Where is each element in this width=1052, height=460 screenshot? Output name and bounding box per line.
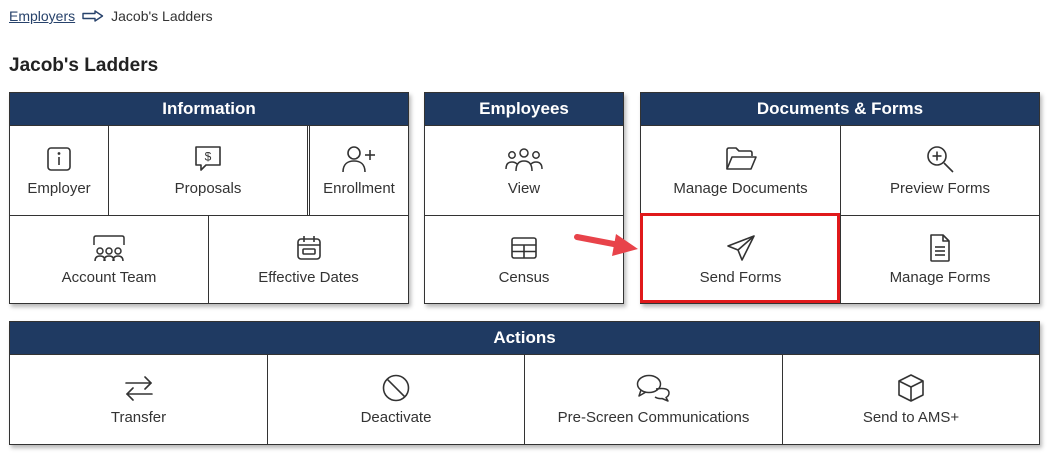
document-icon bbox=[928, 233, 952, 263]
employees-header: Employees bbox=[425, 93, 623, 125]
send-forms-highlight-box bbox=[640, 213, 840, 303]
transfer-arrows-icon bbox=[122, 373, 156, 403]
folder-open-icon bbox=[724, 144, 758, 174]
view-tile[interactable]: View bbox=[425, 126, 623, 215]
arrow-right-icon bbox=[82, 10, 104, 22]
effective-dates-label: Effective Dates bbox=[258, 269, 359, 286]
proposals-tile[interactable]: $ Proposals bbox=[109, 126, 307, 215]
users-icon bbox=[505, 144, 543, 174]
transfer-label: Transfer bbox=[110, 409, 167, 426]
deactivate-label: Deactivate bbox=[360, 409, 432, 426]
manage-forms-label: Manage Forms bbox=[889, 269, 991, 286]
manage-forms-tile[interactable]: Manage Forms bbox=[841, 216, 1039, 303]
calendar-icon bbox=[295, 233, 323, 263]
send-to-ams-tile[interactable]: Send to AMS+ bbox=[783, 355, 1039, 444]
breadcrumb-current: Jacob's Ladders bbox=[111, 8, 213, 24]
proposals-label: Proposals bbox=[174, 180, 242, 197]
enrollment-label: Enrollment bbox=[323, 180, 395, 197]
table-icon bbox=[510, 233, 538, 263]
information-panel: Information Employer $ Proposals Enrollm… bbox=[9, 92, 409, 304]
employer-tile[interactable]: Employer bbox=[10, 126, 108, 215]
enrollment-tile[interactable]: Enrollment bbox=[310, 126, 408, 215]
ban-icon bbox=[381, 373, 411, 403]
breadcrumb-employers-link[interactable]: Employers bbox=[9, 8, 75, 24]
view-label: View bbox=[507, 180, 541, 197]
prescreen-communications-label: Pre-Screen Communications bbox=[557, 409, 750, 426]
box-icon bbox=[896, 373, 926, 403]
employer-label: Employer bbox=[27, 180, 91, 197]
dollar-message-icon: $ bbox=[193, 144, 223, 174]
account-team-tile[interactable]: Account Team bbox=[10, 216, 208, 303]
team-icon bbox=[91, 233, 127, 263]
information-header: Information bbox=[10, 93, 408, 125]
actions-panel: Actions Transfer Deactivate Pre-Screen C… bbox=[9, 321, 1040, 445]
svg-text:$: $ bbox=[205, 150, 212, 164]
info-icon bbox=[46, 144, 72, 174]
employees-panel: Employees View Census bbox=[424, 92, 624, 304]
documents-forms-header: Documents & Forms bbox=[641, 93, 1039, 125]
zoom-in-icon bbox=[925, 144, 955, 174]
manage-documents-label: Manage Documents bbox=[673, 180, 808, 197]
preview-forms-label: Preview Forms bbox=[889, 180, 990, 197]
actions-header: Actions bbox=[10, 322, 1039, 354]
manage-documents-tile[interactable]: Manage Documents bbox=[641, 126, 840, 215]
preview-forms-tile[interactable]: Preview Forms bbox=[841, 126, 1039, 215]
effective-dates-tile[interactable]: Effective Dates bbox=[209, 216, 408, 303]
breadcrumb: Employers Jacob's Ladders bbox=[9, 8, 213, 24]
transfer-tile[interactable]: Transfer bbox=[10, 355, 267, 444]
red-pointer-arrow-icon bbox=[574, 234, 638, 256]
account-team-label: Account Team bbox=[61, 269, 157, 286]
send-to-ams-label: Send to AMS+ bbox=[862, 409, 960, 426]
census-label: Census bbox=[498, 269, 550, 286]
chat-icon bbox=[635, 373, 673, 403]
user-plus-icon bbox=[341, 144, 377, 174]
deactivate-tile[interactable]: Deactivate bbox=[268, 355, 524, 444]
page-title: Jacob's Ladders bbox=[9, 55, 159, 76]
prescreen-communications-tile[interactable]: Pre-Screen Communications bbox=[525, 355, 782, 444]
